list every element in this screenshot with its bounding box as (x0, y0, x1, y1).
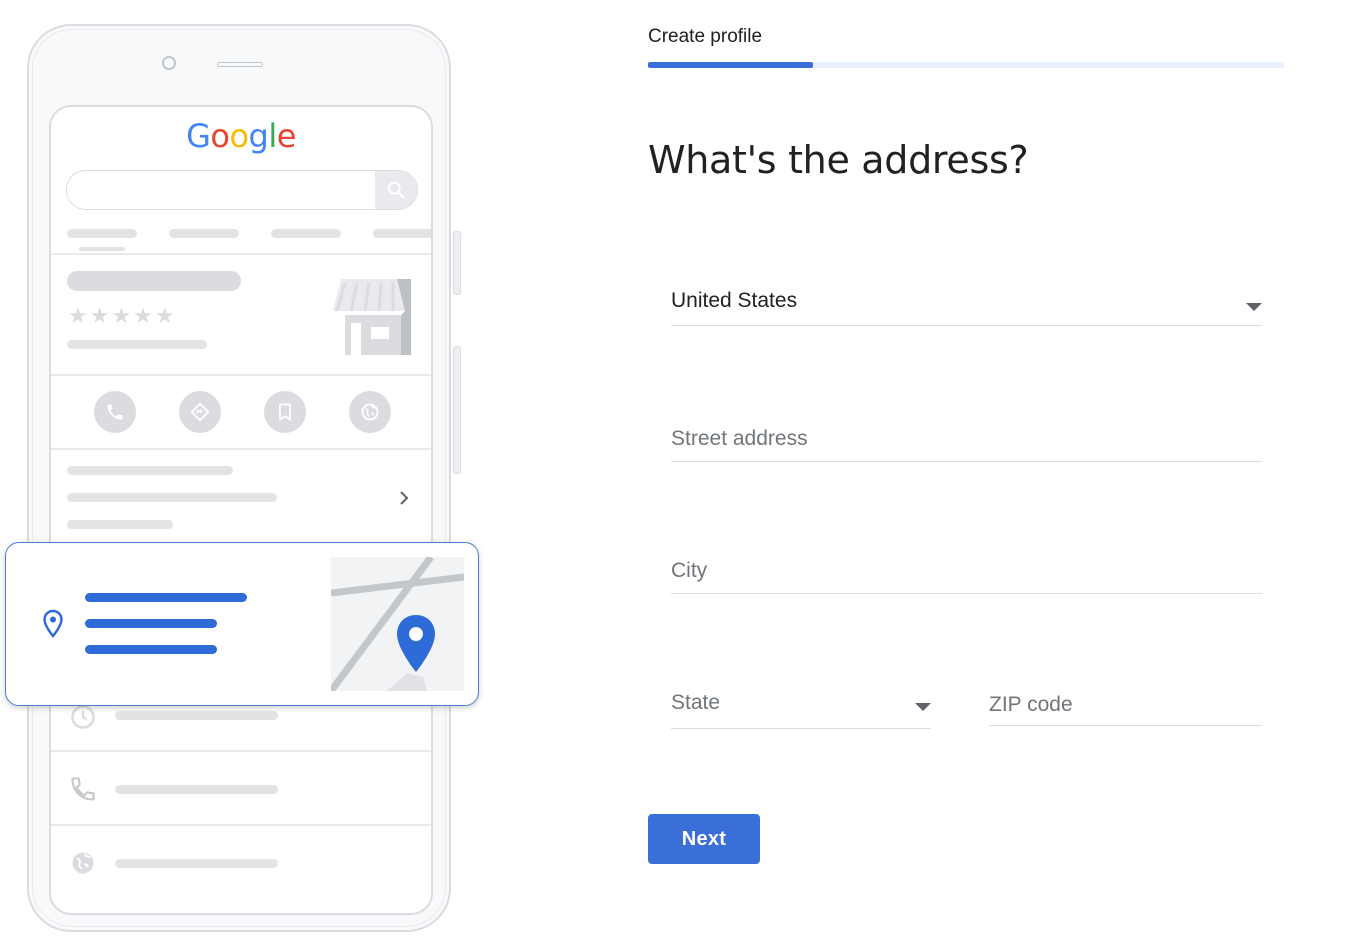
state-select[interactable]: State (671, 688, 931, 729)
action-circle (94, 391, 136, 433)
street-address-placeholder: Street address (671, 427, 808, 450)
location-pin-icon (43, 609, 63, 638)
phone-side-button (453, 346, 461, 474)
placeholder-bar (67, 520, 173, 529)
divider (51, 824, 431, 826)
chevron-down-icon (1246, 303, 1262, 311)
phone-icon (71, 777, 95, 801)
website-icon (361, 403, 379, 421)
mock-search-bar (66, 170, 418, 210)
action-circle (349, 391, 391, 433)
street-address-input[interactable]: Street address (671, 422, 1262, 462)
google-logo: Google (51, 117, 431, 155)
globe-icon (72, 852, 94, 874)
logo-letter: o (210, 117, 230, 155)
rating-stars: ★★★★★ (68, 303, 177, 328)
address-card-illustration (5, 542, 479, 706)
city-input[interactable]: City (671, 554, 1262, 594)
placeholder-title-bar (67, 271, 241, 291)
placeholder-bar (67, 340, 207, 349)
city-placeholder: City (671, 559, 708, 582)
search-icon (387, 181, 405, 199)
phone-screen: Google ★★★★★ (49, 105, 433, 915)
action-circle (179, 391, 221, 433)
next-button[interactable]: Next (648, 814, 760, 864)
logo-letter: G (186, 117, 211, 155)
state-placeholder: State (671, 691, 721, 714)
divider (51, 750, 431, 752)
logo-letter: o (229, 117, 249, 155)
chevron-down-icon (915, 703, 931, 711)
country-value: United States (671, 289, 798, 312)
phone-camera (162, 56, 176, 70)
placeholder-bar (115, 785, 278, 794)
placeholder-bar (67, 493, 277, 502)
divider (51, 374, 431, 376)
phone-illustration: Google ★★★★★ (27, 24, 461, 932)
storefront-icon (333, 279, 411, 355)
logo-letter: e (276, 117, 297, 155)
page-title: What's the address? (648, 138, 1029, 182)
phone-speaker (217, 62, 263, 67)
placeholder-bar (115, 711, 278, 720)
placeholder-bar (115, 859, 278, 868)
mini-map (331, 557, 464, 691)
placeholder-bar (373, 229, 431, 238)
placeholder-bar (271, 229, 341, 238)
divider (51, 253, 431, 255)
address-line (85, 619, 217, 628)
address-line (85, 645, 217, 654)
action-circle (264, 391, 306, 433)
placeholder-bar (79, 247, 125, 251)
divider (51, 448, 431, 450)
zip-code-input[interactable]: ZIP code (989, 688, 1262, 726)
progress-bar (648, 62, 1284, 68)
clock-icon (71, 705, 95, 729)
placeholder-bar (67, 229, 137, 238)
zip-code-placeholder: ZIP code (989, 693, 1073, 716)
create-profile-tab: Create profile (648, 26, 763, 47)
chevron-right-icon (400, 491, 409, 505)
phone-icon (107, 404, 123, 420)
map-roads (331, 557, 464, 691)
country-select[interactable]: United States (671, 286, 1262, 326)
phone-side-button (453, 231, 461, 295)
bookmark-icon (279, 403, 291, 422)
placeholder-bar (169, 229, 239, 238)
logo-letter: g (248, 117, 269, 155)
placeholder-bar (67, 466, 233, 475)
address-line (85, 593, 247, 602)
logo-letter: l (268, 117, 277, 155)
progress-fill (648, 62, 814, 68)
mock-search-button (375, 171, 417, 209)
directions-icon (190, 402, 210, 422)
